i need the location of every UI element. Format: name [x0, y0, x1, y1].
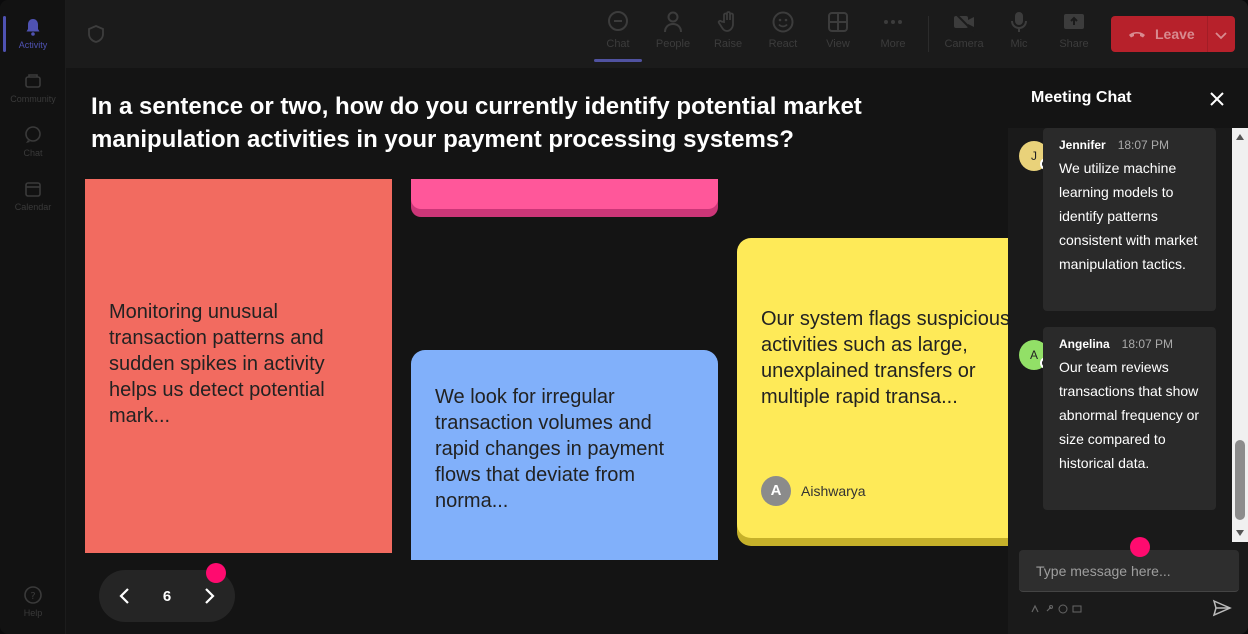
- note-text: Our system flags suspicious activities s…: [761, 308, 1008, 408]
- chat-title: Meeting Chat: [1031, 89, 1132, 106]
- sticky-note-blue[interactable]: We look for irregular transaction volume…: [411, 350, 718, 560]
- calendar-icon: [25, 181, 41, 197]
- rail-item-community[interactable]: Community: [0, 62, 66, 112]
- send-icon[interactable]: [1212, 598, 1232, 618]
- react-label: React: [768, 38, 798, 50]
- scroll-thumb[interactable]: [1235, 440, 1245, 520]
- camera-button[interactable]: Camera: [937, 10, 991, 60]
- rail-label: Activity: [18, 39, 48, 50]
- camera-label: Camera: [944, 38, 984, 50]
- app-rail: Activity Community Chat Calendar ? Help: [0, 0, 66, 634]
- sticky-note-red[interactable]: Monitoring unusual transaction patterns …: [85, 179, 392, 553]
- gif-icon[interactable]: [1072, 604, 1082, 614]
- chat-icon: [608, 11, 628, 31]
- emoji-icon[interactable]: [1058, 604, 1068, 614]
- bell-icon: [26, 18, 40, 36]
- mic-label: Mic: [1010, 38, 1028, 50]
- chat-label: Chat: [606, 38, 630, 50]
- more-icon: [884, 20, 902, 24]
- rail-label: Calendar: [14, 201, 52, 212]
- format-toolbar: [1030, 604, 1082, 614]
- people-label: People: [655, 38, 691, 50]
- close-icon[interactable]: [1208, 90, 1226, 108]
- chat-message: Jennifer 18:07 PM We utilize machine lear…: [1043, 128, 1216, 311]
- sticky-note-yellow[interactable]: Our system flags suspicious activities s…: [737, 238, 1008, 538]
- raise-label: Raise: [713, 38, 743, 50]
- scroll-down-icon[interactable]: [1236, 530, 1244, 536]
- chat-icon: [25, 125, 41, 143]
- meeting-chat-panel: Meeting Chat J Jennifer 18:07 PM We utili…: [1008, 68, 1248, 634]
- leave-button[interactable]: Leave: [1111, 16, 1235, 52]
- pointer-dot: [1130, 537, 1150, 557]
- svg-text:?: ?: [30, 591, 35, 602]
- chat-header: Meeting Chat: [1008, 68, 1248, 128]
- avatar-initial: J: [1031, 149, 1037, 163]
- meeting-window: Activity Community Chat Calendar ? Help …: [0, 0, 1248, 634]
- rail-item-activity[interactable]: Activity: [0, 8, 66, 58]
- shield-icon[interactable]: [86, 24, 106, 44]
- message-text: Our team reviews transactions that show …: [1059, 359, 1200, 471]
- note-text: Monitoring unusual transaction patterns …: [109, 301, 325, 427]
- format-icon[interactable]: [1030, 604, 1040, 614]
- rail-label: Community: [10, 93, 56, 104]
- share-screen-icon: [1064, 14, 1084, 29]
- question-title: In a sentence or two, how do you current…: [91, 93, 862, 153]
- attach-icon[interactable]: [1044, 604, 1054, 614]
- chat-scrollbar[interactable]: [1232, 128, 1248, 542]
- view-button[interactable]: View: [811, 10, 865, 60]
- people-button[interactable]: People: [646, 10, 700, 60]
- message-time: 18:07 PM: [1121, 337, 1174, 351]
- hand-icon: [717, 11, 734, 32]
- people-icon: [664, 11, 682, 33]
- raise-hand-button[interactable]: Raise: [701, 10, 755, 60]
- chat-button[interactable]: Chat: [591, 10, 645, 62]
- more-button[interactable]: More: [866, 10, 920, 60]
- whiteboard-stage: In a sentence or two, how do you current…: [66, 68, 1008, 634]
- toolbar-divider: [928, 16, 929, 52]
- more-label: More: [880, 38, 906, 50]
- rail-item-help[interactable]: ? Help: [0, 576, 66, 626]
- smile-icon: [772, 11, 794, 33]
- note-author: A Aishwarya: [761, 476, 866, 506]
- mic-button[interactable]: Mic: [992, 10, 1046, 60]
- rail-label: Help: [23, 607, 43, 618]
- avatar: A: [761, 476, 791, 506]
- leave-divider: [1207, 16, 1208, 52]
- sender-name: Angelina: [1059, 337, 1110, 351]
- chat-messages: J Jennifer 18:07 PM We utilize machine le…: [1008, 128, 1248, 542]
- chat-message: Angelina 18:07 PM Our team reviews transa…: [1043, 327, 1216, 510]
- grid-icon: [828, 12, 848, 32]
- leave-label: Leave: [1155, 26, 1195, 42]
- rail-label: Chat: [23, 147, 43, 158]
- message-text: We utilize machine learning models to id…: [1059, 160, 1198, 272]
- mic-icon: [1011, 12, 1027, 32]
- help-icon: ?: [24, 585, 42, 604]
- note-text: We look for irregular transaction volume…: [435, 386, 665, 512]
- react-button[interactable]: React: [756, 10, 810, 60]
- chevron-right-icon[interactable]: [199, 586, 219, 606]
- sticky-note-pink[interactable]: [411, 179, 718, 209]
- message-time: 18:07 PM: [1117, 138, 1170, 152]
- rail-item-chat[interactable]: Chat: [0, 116, 66, 166]
- camera-off-icon: [954, 12, 974, 32]
- meeting-toolbar: Chat People Raise React View More Camera: [66, 0, 1248, 68]
- chevron-down-icon[interactable]: [1214, 28, 1228, 42]
- chevron-left-icon[interactable]: [115, 586, 135, 606]
- scroll-up-icon[interactable]: [1236, 134, 1244, 140]
- pointer-dot: [206, 563, 226, 583]
- share-button[interactable]: Share: [1047, 10, 1101, 60]
- rail-item-calendar[interactable]: Calendar: [0, 170, 66, 220]
- author-name: Aishwarya: [801, 483, 866, 499]
- community-icon: [25, 73, 41, 88]
- sender-name: Jennifer: [1059, 138, 1106, 152]
- avatar-initial: A: [1029, 348, 1038, 362]
- view-label: View: [826, 38, 850, 50]
- share-label: Share: [1059, 38, 1089, 50]
- hang-up-icon: [1129, 32, 1145, 38]
- message-input[interactable]: Type message here...: [1019, 550, 1239, 592]
